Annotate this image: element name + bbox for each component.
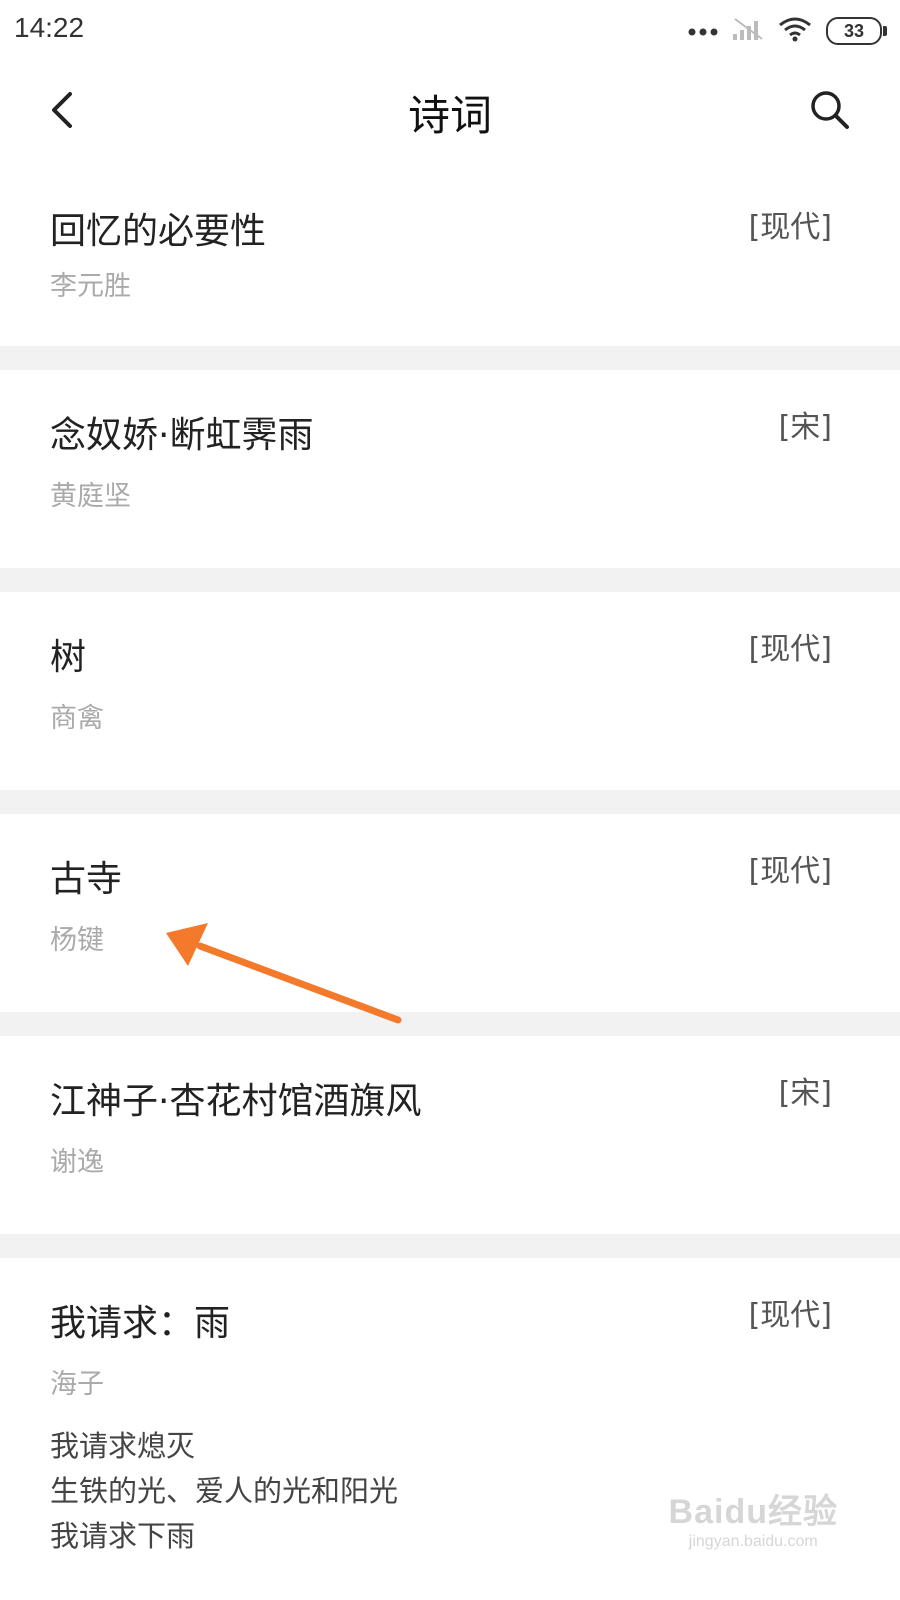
signal-icon <box>732 17 764 45</box>
poem-author: 杨键 <box>50 925 104 956</box>
back-button[interactable] <box>38 84 86 140</box>
poem-list: 回忆的必要性 [现代] 李元胜 念奴娇·断虹霁雨 [宋] 黄庭坚 树 [现代] … <box>0 168 900 1588</box>
poem-item[interactable]: 古寺 [现代] 杨键 <box>0 814 900 1012</box>
poem-title: 树 <box>50 637 87 678</box>
poem-item[interactable]: 江神子·杏花村馆酒旗风 [宋] 谢逸 <box>0 1036 900 1234</box>
poem-era: [现代] <box>748 210 832 245</box>
excerpt-line: 我请求下雨 <box>50 1519 196 1553</box>
nav-bar: 诗词 <box>0 62 900 168</box>
poem-excerpt: 我请求熄灭 生铁的光、爱人的光和阳光 我请求下雨 <box>50 1424 398 1559</box>
poem-era: [现代] <box>748 854 832 889</box>
list-divider <box>0 568 900 592</box>
more-dots-icon <box>688 22 718 41</box>
poem-item[interactable]: 回忆的必要性 [现代] 李元胜 <box>0 168 900 346</box>
excerpt-line: 我请求熄灭 <box>50 1429 196 1463</box>
search-icon <box>809 89 851 135</box>
list-divider <box>0 346 900 370</box>
poem-author: 李元胜 <box>50 271 131 302</box>
poem-item[interactable]: 我请求：雨 [现代] 海子 我请求熄灭 生铁的光、爱人的光和阳光 我请求下雨 <box>0 1258 900 1588</box>
excerpt-line: 生铁的光、爱人的光和阳光 <box>50 1474 399 1508</box>
poem-author: 黄庭坚 <box>50 481 131 512</box>
search-button[interactable] <box>804 86 856 138</box>
poetry-screen: 14:22 33 诗词 回忆的必要性 [现代] 李元胜 念奴娇·断虹霁雨 [宋]… <box>0 0 900 1600</box>
poem-title: 念奴娇·断虹霁雨 <box>50 415 314 456</box>
page-title: 诗词 <box>407 91 492 140</box>
list-divider <box>0 790 900 814</box>
poem-author: 谢逸 <box>50 1147 104 1178</box>
status-icons: 33 <box>688 14 887 48</box>
back-arrow-icon <box>48 90 76 134</box>
list-divider <box>0 1012 900 1036</box>
poem-title: 江神子·杏花村馆酒旗风 <box>50 1081 422 1122</box>
status-time: 14:22 <box>14 12 85 43</box>
battery-level: 33 <box>843 20 865 41</box>
poem-title: 我请求：雨 <box>50 1303 231 1344</box>
poem-author: 商禽 <box>50 703 104 734</box>
poem-item[interactable]: 树 [现代] 商禽 <box>0 592 900 790</box>
wifi-icon <box>778 16 812 46</box>
poem-title: 古寺 <box>50 859 123 900</box>
status-bar: 14:22 33 <box>0 0 900 62</box>
poem-item[interactable]: 念奴娇·断虹霁雨 [宋] 黄庭坚 <box>0 370 900 568</box>
list-divider <box>0 1234 900 1258</box>
poem-era: [宋] <box>778 410 832 445</box>
poem-era: [现代] <box>748 632 832 667</box>
poem-era: [现代] <box>748 1298 832 1333</box>
poem-author: 海子 <box>50 1369 104 1400</box>
poem-title: 回忆的必要性 <box>50 211 267 252</box>
poem-era: [宋] <box>778 1076 832 1111</box>
battery-icon: 33 <box>826 17 887 45</box>
